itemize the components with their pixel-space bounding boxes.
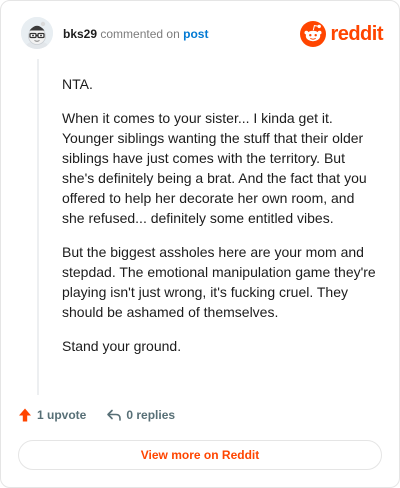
comment-paragraph: But the biggest assholes here are your m… bbox=[62, 244, 376, 320]
username[interactable]: bks29 bbox=[63, 27, 97, 41]
upvote-count: 1 upvote bbox=[37, 408, 87, 422]
reply-arrow-icon bbox=[107, 409, 122, 421]
comment-actions: 1 upvote 0 replies bbox=[17, 405, 175, 425]
reddit-wordmark: reddit bbox=[330, 23, 383, 45]
comment-paragraph: NTA. bbox=[62, 76, 93, 92]
avatar-snoo-icon bbox=[21, 17, 53, 49]
reply-button[interactable]: 0 replies bbox=[106, 407, 175, 423]
comment-paragraph: Stand your ground. bbox=[62, 338, 182, 354]
comment-header: bks29 commented on post reddit bbox=[1, 1, 399, 61]
comment-body: NTA. When it comes to your sister... I k… bbox=[62, 74, 380, 370]
upvote-button[interactable]: 1 upvote bbox=[17, 407, 86, 423]
thread-line bbox=[37, 59, 39, 395]
view-more-on-reddit-button[interactable]: View more on Reddit bbox=[18, 440, 382, 470]
comment-meta: bks29 commented on post bbox=[63, 27, 208, 41]
embedded-comment-card: bks29 commented on post reddit NTA. When… bbox=[0, 0, 400, 488]
post-link[interactable]: post bbox=[183, 27, 208, 41]
reddit-logo-icon bbox=[300, 21, 327, 47]
reddit-brand[interactable]: reddit bbox=[300, 21, 383, 47]
reply-count: 0 replies bbox=[126, 408, 176, 422]
user-avatar[interactable] bbox=[21, 17, 53, 49]
upvote-arrow-icon bbox=[19, 408, 31, 422]
comment-paragraph: When it comes to your sister... I kinda … bbox=[62, 110, 367, 226]
commented-on-label: commented on bbox=[100, 27, 180, 41]
